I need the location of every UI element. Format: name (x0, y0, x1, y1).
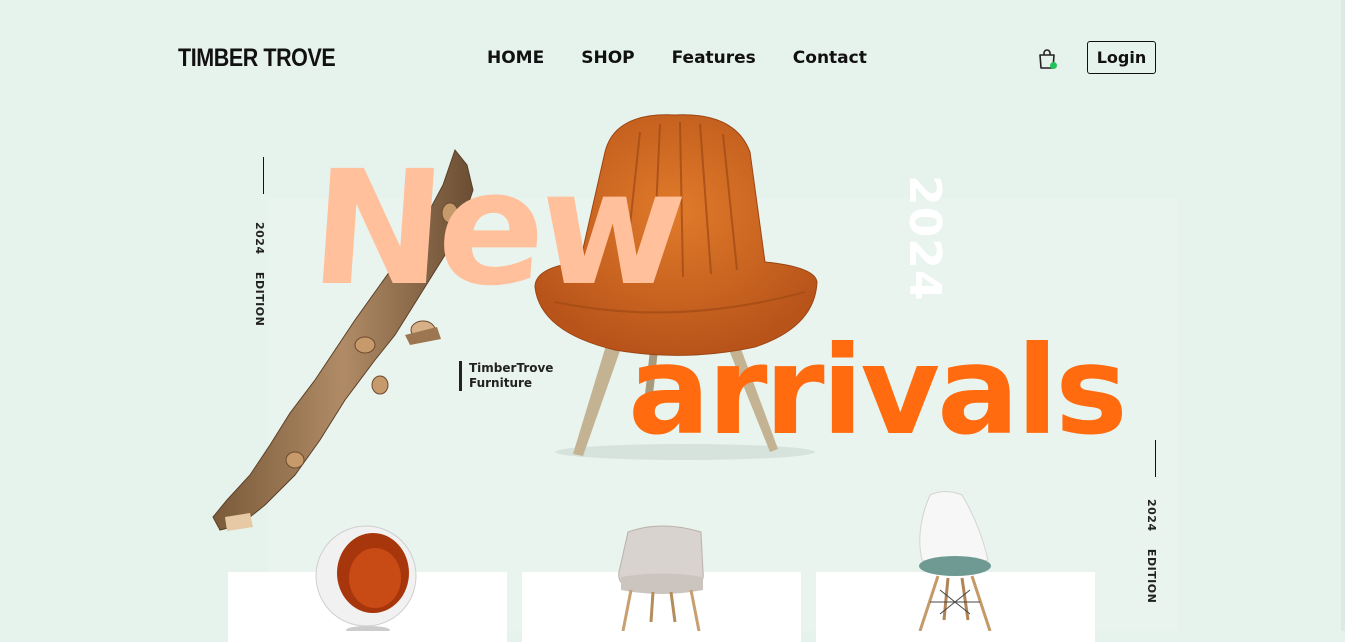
year-2024: 2024 (899, 175, 950, 302)
ball-chair-image (315, 525, 417, 631)
main-nav: HOME SHOP Features Contact (487, 48, 904, 68)
headline-new: New (305, 137, 686, 321)
nav-contact[interactable]: Contact (793, 48, 867, 68)
nav-features[interactable]: Features (672, 48, 756, 68)
edition-label-right: 2024 EDITION (1145, 499, 1158, 604)
headline-arrivals: arrivals (628, 320, 1128, 462)
login-button[interactable]: Login (1087, 41, 1156, 74)
cart-badge (1050, 62, 1057, 69)
divider-line-right (1155, 440, 1156, 477)
armchair-image (618, 525, 704, 631)
eames-chair-image (918, 491, 992, 631)
nav-shop[interactable]: SHOP (581, 48, 634, 68)
nav-home[interactable]: HOME (487, 48, 544, 68)
scrollbar[interactable] (1341, 0, 1345, 631)
site-logo[interactable]: TIMBER TROVE (178, 44, 336, 73)
